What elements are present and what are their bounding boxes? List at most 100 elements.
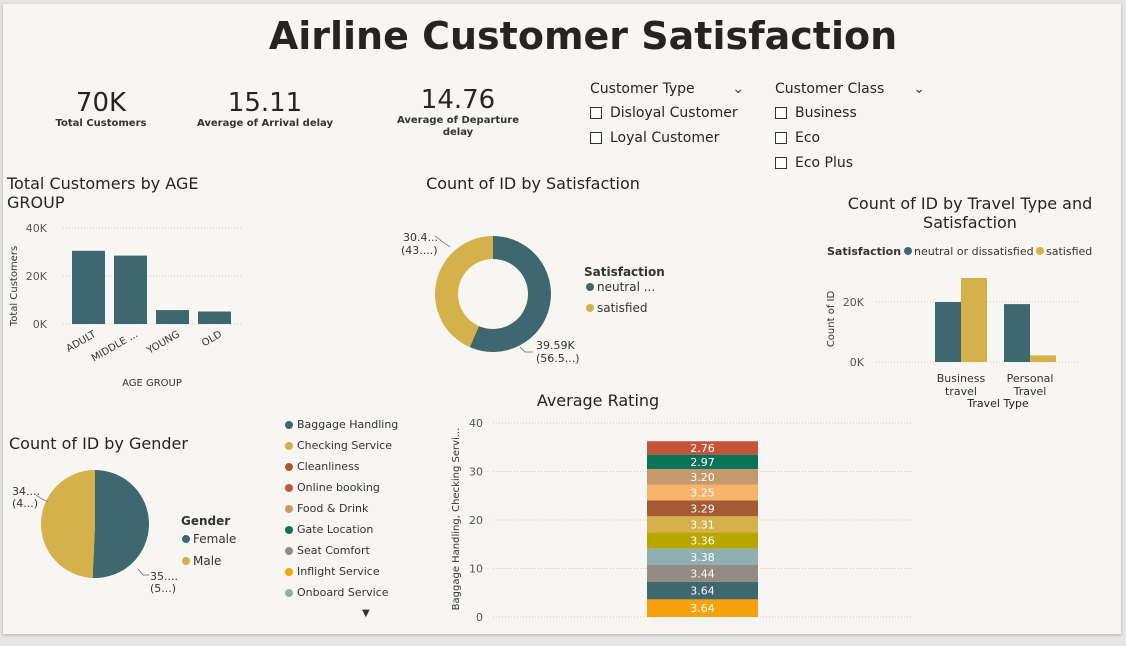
y-tick-label: 0K	[850, 356, 865, 369]
x-axis-label: AGE GROUP	[122, 378, 182, 389]
data-label: 3.25	[690, 486, 715, 499]
data-label: 3.36	[690, 534, 715, 547]
age-bar-chart[interactable]: 0K 20K 40K Total Customers ADULTMIDDLE ... YO…	[3, 210, 253, 390]
legend-label: Female	[193, 532, 236, 546]
legend-title: Satisfaction	[827, 245, 901, 258]
checkbox[interactable]	[590, 106, 602, 119]
legend-label: Inflight Service	[297, 565, 380, 578]
slice-percent: (5...)	[150, 582, 176, 595]
scroll-down-icon[interactable]: ▼	[362, 608, 370, 619]
pie-slice	[92, 470, 150, 578]
legend-marker	[285, 567, 293, 576]
legend-label: Seat Comfort	[297, 544, 370, 557]
kpi-value: 70K	[75, 88, 127, 118]
legend-marker	[285, 420, 293, 429]
bar	[156, 310, 189, 324]
rating-chart-title: Average Rating	[536, 391, 660, 410]
legend-item[interactable]: Cleanliness	[285, 456, 415, 477]
legend-marker	[1036, 247, 1044, 255]
legend-marker	[285, 588, 293, 597]
slicer-option-eco-plus[interactable]: Eco Plus	[775, 150, 925, 175]
y-tick-label: 20K	[26, 270, 48, 283]
y-axis-label: Baggage Handling, Checking Servi...	[451, 428, 462, 611]
bar	[114, 255, 147, 324]
legend-label: Onboard Service	[297, 586, 389, 599]
rating-legend: Baggage Handling Checking Service Cleanlin…	[285, 414, 415, 603]
legend-marker	[586, 283, 594, 291]
legend-item[interactable]: Onboard Service	[285, 582, 415, 603]
legend-marker	[182, 557, 190, 565]
x-tick-label: ADULT	[65, 329, 99, 355]
slicer-option-label: Eco	[795, 129, 821, 146]
legend-marker	[586, 304, 594, 312]
legend-label: Male	[193, 554, 221, 568]
checkbox[interactable]	[775, 106, 787, 119]
legend-item[interactable]: Checking Service	[285, 435, 415, 456]
travel-chart-title: Count of ID by Travel Type and Satisfact…	[847, 194, 1093, 232]
data-label: 3.38	[690, 551, 715, 564]
slicer-header[interactable]: Customer Class ⌄	[775, 78, 925, 100]
legend-label: Baggage Handling	[297, 418, 399, 431]
legend-item[interactable]: Baggage Handling	[285, 414, 415, 435]
legend-label: satisfied	[597, 301, 647, 315]
y-axis-label: Count of ID	[826, 291, 837, 348]
legend-label: Online booking	[297, 481, 380, 494]
bar	[961, 278, 987, 362]
slicer-option-business[interactable]: Business	[775, 100, 925, 125]
legend-marker	[285, 462, 293, 471]
kpi-label: Average of Departure delay	[396, 115, 520, 138]
legend-item[interactable]: Seat Comfort	[285, 540, 415, 561]
kpi-arrival-delay[interactable]: 15.11 Average of Arrival delay	[195, 88, 335, 130]
slicer-option-label: Disloyal Customer	[610, 104, 738, 121]
chevron-down-icon[interactable]: ⌄	[732, 81, 744, 97]
leader-line	[137, 568, 149, 576]
legend-item[interactable]: Inflight Service	[285, 561, 415, 582]
satisfaction-chart-title: Count of ID by Satisfaction	[426, 174, 640, 193]
gender-chart-title: Count of ID by Gender	[9, 434, 188, 453]
legend-marker	[285, 504, 293, 513]
bar	[935, 302, 961, 362]
checkbox[interactable]	[775, 131, 787, 144]
slicer-option-disloyal[interactable]: Disloyal Customer	[590, 100, 744, 125]
slicer-header[interactable]: Customer Type ⌄	[590, 78, 744, 100]
legend-label: Checking Service	[297, 439, 392, 452]
x-tick-label: MIDDLE ...	[90, 329, 140, 364]
satisfaction-donut-chart[interactable]: 39.59K(56.5...) 30.4...(43....) Satisfacti…	[383, 214, 683, 374]
slicer-option-eco[interactable]: Eco	[775, 125, 925, 150]
legend-label: neutral or dissatisfied	[914, 245, 1034, 258]
kpi-total-customers[interactable]: 70K Total Customers	[51, 88, 151, 130]
y-axis-label: Total Customers	[9, 246, 20, 327]
slicer-option-loyal[interactable]: Loyal Customer	[590, 125, 744, 150]
slice-percent: (43....)	[401, 244, 438, 257]
x-tick-label: Business	[937, 372, 986, 385]
checkbox[interactable]	[775, 156, 787, 169]
slicer-option-label: Loyal Customer	[610, 129, 720, 146]
legend-marker	[285, 483, 293, 492]
legend-marker	[285, 546, 293, 555]
data-label: 3.44	[690, 567, 715, 580]
slicer-title: Customer Type	[590, 81, 695, 97]
slicer-customer-type: Customer Type ⌄ Disloyal Customer Loyal …	[590, 78, 744, 150]
kpi-label: Average of Arrival delay	[196, 118, 334, 129]
x-axis-label: Travel Type	[966, 397, 1029, 410]
kpi-value: 15.11	[227, 88, 303, 118]
travel-bar-chart[interactable]: Satisfaction neutral or dissatisfied satis…	[818, 234, 1118, 414]
legend-item[interactable]: Food & Drink	[285, 498, 415, 519]
legend-label: Food & Drink	[297, 502, 369, 515]
rating-stacked-bar-chart[interactable]: 0 10 20 30 40 Baggage Handling, Checking Serv…	[443, 409, 918, 631]
chevron-down-icon[interactable]: ⌄	[913, 81, 925, 97]
slicer-option-label: Business	[795, 104, 857, 121]
data-label: 3.31	[690, 518, 715, 531]
kpi-departure-delay[interactable]: 14.76 Average of Departure delay	[396, 85, 520, 139]
legend-item[interactable]: Gate Location	[285, 519, 415, 540]
slice-percent: (56.5...)	[536, 352, 580, 365]
legend-item[interactable]: Online booking	[285, 477, 415, 498]
dashboard-canvas: Airline Customer Satisfaction 70K Total …	[3, 4, 1121, 634]
bar	[1030, 355, 1056, 362]
legend-title: Satisfaction	[584, 265, 665, 279]
y-tick-label: 20K	[843, 296, 865, 309]
checkbox[interactable]	[590, 131, 602, 144]
gender-pie-chart[interactable]: 35....(5...)34....(4...)GenderFemaleMale	[3, 469, 263, 619]
legend-label: satisfied	[1046, 245, 1092, 258]
bar	[1004, 304, 1030, 362]
